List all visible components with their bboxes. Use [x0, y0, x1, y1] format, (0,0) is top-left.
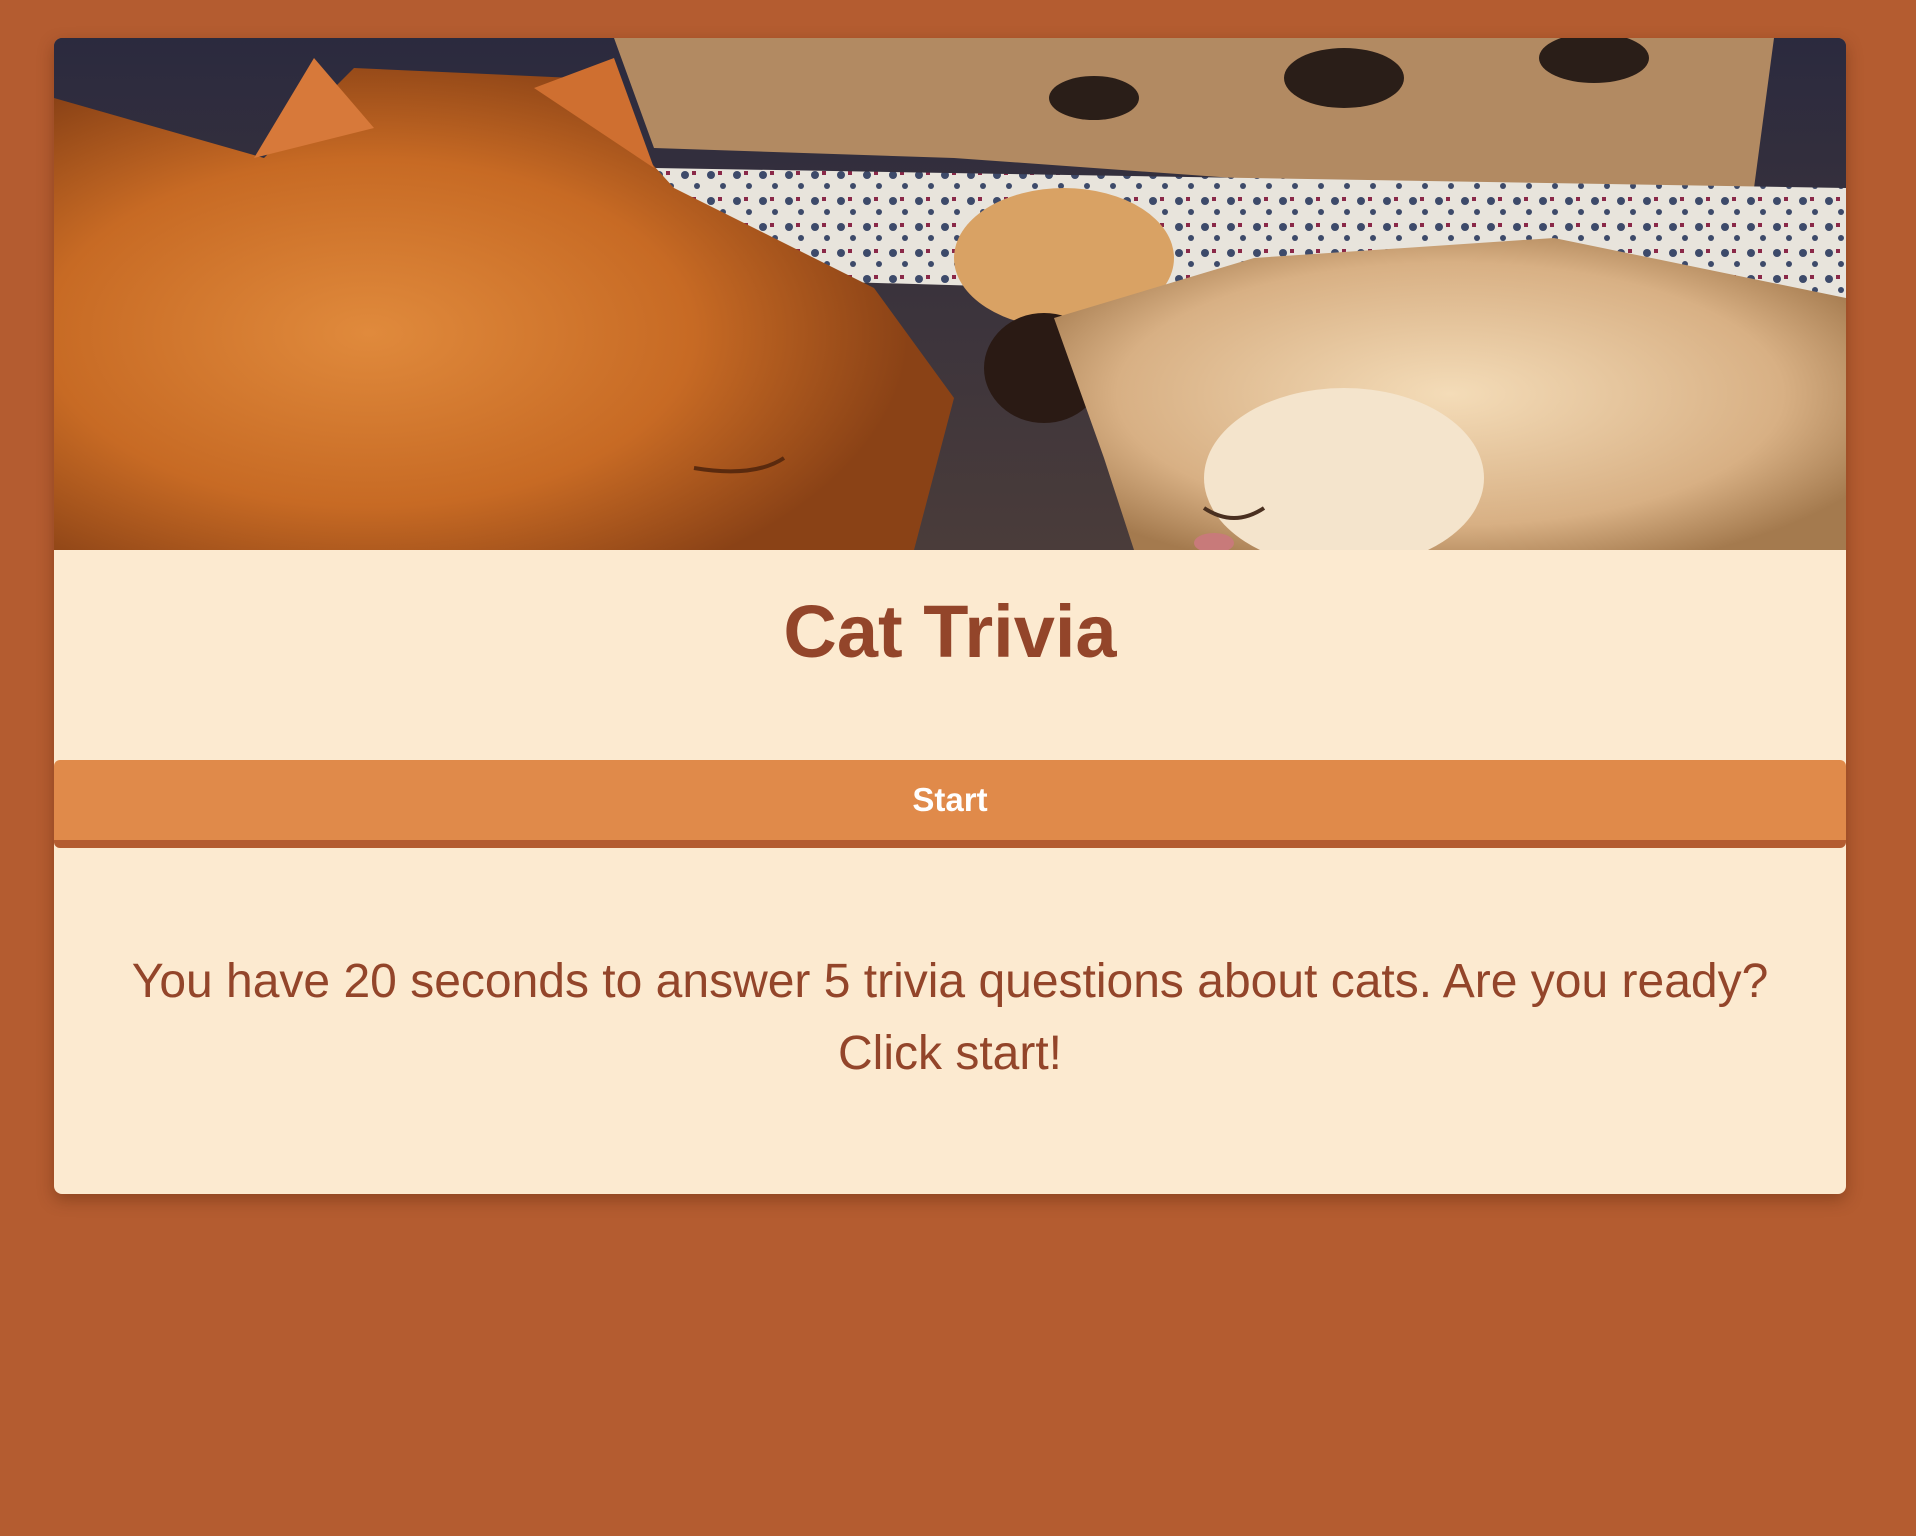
- intro-text: You have 20 seconds to answer 5 trivia q…: [131, 955, 1769, 1080]
- trivia-card: Cat Trivia Start You have 20 seconds to …: [54, 38, 1846, 1194]
- start-button[interactable]: Start: [54, 760, 1846, 848]
- cats-photo-illustration: [54, 38, 1846, 550]
- hero-cat-photo: [54, 38, 1846, 550]
- page-title: Cat Trivia: [783, 590, 1117, 673]
